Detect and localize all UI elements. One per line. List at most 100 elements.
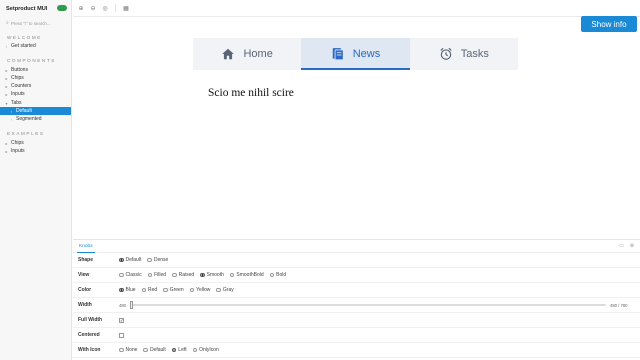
radio-checked[interactable]	[119, 257, 124, 263]
radio-option[interactable]: Classic	[119, 272, 142, 278]
radio-option[interactable]: Blue	[119, 287, 136, 293]
radio-option[interactable]: Gray	[216, 287, 234, 293]
radio-unchecked[interactable]	[163, 287, 168, 293]
radio-label: Green	[169, 287, 184, 293]
radio-option[interactable]: SmoothBold	[229, 272, 264, 278]
radio-unchecked[interactable]	[141, 287, 147, 293]
radio-group-shape: Default Dense	[119, 257, 168, 263]
sidebar-item-tabs-default[interactable]: ▫ Default	[0, 107, 71, 115]
radio-label: Dense	[153, 257, 169, 263]
knob-row-centered: Centered	[73, 328, 640, 343]
radio-option[interactable]: Raised	[172, 272, 194, 278]
section-title-components: COMPONENTS	[7, 58, 56, 63]
radio-unchecked[interactable]	[192, 347, 198, 353]
radio-option[interactable]: Filled	[147, 272, 167, 278]
sidebar-item-counters[interactable]: ▸ Counters	[0, 82, 71, 90]
tab-tasks[interactable]: Tasks	[410, 38, 518, 70]
section-title-examples: EXAMPLES	[7, 131, 45, 136]
folder-icon: ▸	[5, 148, 8, 154]
show-info-button[interactable]: Show info	[581, 16, 637, 32]
slider-thumb[interactable]	[130, 301, 133, 309]
radio-option[interactable]: OnlyIcon	[192, 347, 219, 353]
radio-label: Filled	[154, 272, 167, 278]
sidebar-item-get-started[interactable]: ▫ Get started	[0, 42, 71, 50]
close-icon[interactable]: ⊗	[630, 243, 634, 249]
radio-unchecked[interactable]	[147, 272, 153, 278]
radio-checked[interactable]	[119, 287, 124, 293]
knob-label: Centered	[78, 332, 100, 338]
radio-unchecked[interactable]	[269, 272, 275, 278]
search-input[interactable]: ⌕ Press "/" to search...	[6, 19, 68, 27]
sidebar-item-label: Chips	[11, 75, 24, 81]
sidebar-item-example-inputs[interactable]: ▸ Inputs	[0, 147, 71, 155]
radio-option[interactable]: Bold	[269, 272, 286, 278]
sidebar-item-inputs[interactable]: ▸ Inputs	[0, 90, 71, 98]
zoom-in-icon[interactable]: ⊕	[77, 4, 85, 12]
radio-checked[interactable]	[200, 272, 205, 278]
radio-label: Smooth	[206, 272, 224, 278]
radio-unchecked[interactable]	[147, 257, 152, 263]
story-icon: ▫	[10, 116, 13, 122]
radio-unchecked[interactable]	[189, 287, 195, 293]
page-icon: ▫	[5, 43, 8, 49]
radio-label: Raised	[178, 272, 195, 278]
width-slider-group: 480 480 / 780	[119, 301, 627, 309]
radio-option[interactable]: Red	[141, 287, 157, 293]
sidebar: Setproduct MUI ⌕ Press "/" to search... …	[0, 0, 72, 360]
knob-row-shape: Shape Default Dense	[73, 253, 640, 268]
full-width-checkbox[interactable]: ✓	[119, 317, 124, 323]
radio-label: Gray	[222, 287, 234, 293]
folder-icon: ▸	[5, 75, 8, 81]
sidebar-item-label: Default	[16, 108, 32, 114]
radio-unchecked[interactable]	[119, 272, 124, 278]
radio-unchecked[interactable]	[229, 272, 235, 278]
sidebar-item-label: Inputs	[11, 91, 25, 97]
radio-unchecked[interactable]	[216, 287, 221, 293]
sidebar-item-tabs-segmented[interactable]: ▫ Segmented	[0, 115, 71, 123]
radio-label: Blue	[125, 287, 136, 293]
radio-group-color: Blue Red Green Yellow Gray	[119, 287, 234, 293]
preview-toolbar: ⊕ ⊖ ◎ ▦	[73, 0, 640, 17]
knob-row-color: Color Blue Red Green Yellow Gray	[73, 283, 640, 298]
sidebar-item-chips[interactable]: ▸ Chips	[0, 74, 71, 82]
sidebar-item-label: Chips	[11, 140, 24, 146]
radio-option[interactable]: None	[119, 347, 137, 353]
sidebar-item-buttons[interactable]: ▸ Buttons	[0, 66, 71, 74]
centered-checkbox[interactable]	[119, 332, 124, 338]
story-icon: ▫	[10, 108, 13, 114]
panel-layout-icon[interactable]: ▭	[619, 243, 624, 249]
radio-option[interactable]: Smooth	[200, 272, 224, 278]
knob-row-with-icon: With Icon None Default Left OnlyIcon	[73, 343, 640, 358]
knob-label: Full Width	[78, 317, 103, 323]
tab-news[interactable]: News	[301, 38, 410, 70]
grid-icon[interactable]: ▦	[122, 4, 130, 12]
sidebar-item-tabs[interactable]: ▾ Tabs	[0, 99, 71, 107]
zoom-reset-icon[interactable]: ◎	[101, 4, 109, 12]
slider-min-label: 480	[119, 302, 126, 308]
tab-knobs[interactable]: Knobs	[77, 240, 95, 253]
folder-icon: ▸	[5, 67, 8, 73]
radio-option[interactable]: Yellow	[189, 287, 210, 293]
tabs-component: Home News Tasks	[193, 38, 518, 70]
tab-home[interactable]: Home	[193, 38, 301, 70]
radio-option[interactable]: Default	[143, 347, 166, 353]
knob-label: View	[78, 272, 90, 278]
radio-option[interactable]: Dense	[147, 257, 168, 263]
width-slider[interactable]	[130, 301, 606, 309]
zoom-out-icon[interactable]: ⊖	[89, 4, 97, 12]
radio-unchecked[interactable]	[143, 347, 148, 353]
radio-option[interactable]: Green	[163, 287, 184, 293]
preview-canvas: Show info Home News Tasks Scio me nihil …	[73, 16, 640, 239]
radio-unchecked[interactable]	[119, 347, 124, 353]
brand-title: Setproduct MUI	[6, 6, 48, 12]
sidebar-item-example-chips[interactable]: ▸ Chips	[0, 139, 71, 147]
radio-label: OnlyIcon	[199, 347, 219, 353]
brand-badge[interactable]	[57, 5, 67, 11]
radio-group-with-icon: None Default Left OnlyIcon	[119, 347, 219, 353]
radio-option[interactable]: Left	[171, 347, 187, 353]
section-title-welcome: WELCOME	[7, 35, 42, 40]
radio-option[interactable]: Default	[119, 257, 141, 263]
radio-unchecked[interactable]	[172, 272, 177, 278]
panel-header: Knobs ▭ ⊗	[73, 240, 640, 253]
radio-checked[interactable]	[171, 347, 177, 353]
